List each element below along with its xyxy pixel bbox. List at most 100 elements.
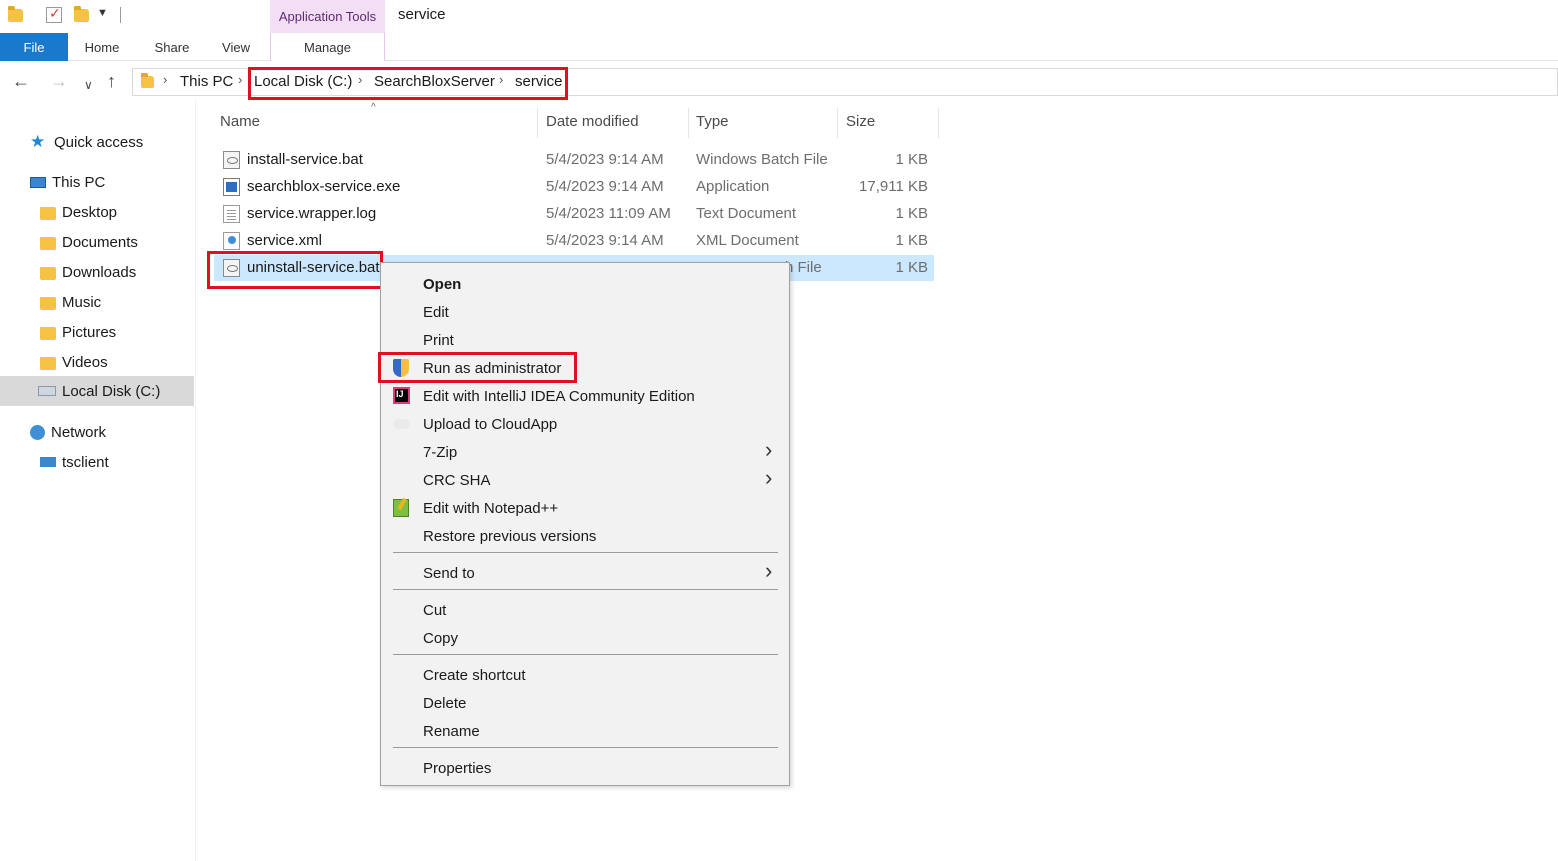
nav-item-this-pc[interactable]: This PC xyxy=(30,167,105,197)
menu-item-label: Send to xyxy=(423,564,475,582)
folder-icon xyxy=(8,6,23,22)
breadcrumb-local-disk[interactable]: Local Disk (C:) xyxy=(254,73,352,90)
tab-share[interactable]: Share xyxy=(142,33,202,61)
nav-item-videos[interactable]: Videos xyxy=(40,347,108,377)
menu-item-open[interactable]: Open xyxy=(381,270,789,298)
tab-view[interactable]: View xyxy=(210,33,262,61)
menu-item-properties[interactable]: Properties xyxy=(381,754,789,782)
back-arrow-icon[interactable]: ← xyxy=(12,72,30,90)
file-row[interactable]: install-service.bat 5/4/2023 9:14 AM Win… xyxy=(214,147,934,173)
menu-item-edit-with-notepadpp[interactable]: Edit with Notepad++ xyxy=(381,494,789,522)
toolbar-divider xyxy=(120,7,121,23)
contextual-tab-group-label: Application Tools xyxy=(270,0,385,33)
nav-item-desktop[interactable]: Desktop xyxy=(40,197,117,227)
file-type: h File xyxy=(785,259,822,276)
chevron-down-icon[interactable]: ▼ xyxy=(97,7,108,19)
folder-icon xyxy=(141,73,154,88)
menu-item-label: Properties xyxy=(423,759,492,777)
menu-item-label: Delete xyxy=(423,694,467,712)
nav-item-music[interactable]: Music xyxy=(40,287,101,317)
menu-item-copy[interactable]: Copy xyxy=(381,624,789,652)
nav-item-quick-access[interactable]: ★ Quick access xyxy=(30,127,143,157)
nav-item-tsclient[interactable]: tsclient xyxy=(40,447,109,477)
nav-item-label: This PC xyxy=(52,173,106,191)
column-header-type[interactable]: Type xyxy=(696,113,729,130)
nav-item-network[interactable]: Network xyxy=(30,417,106,447)
nav-item-documents[interactable]: Documents xyxy=(40,227,138,257)
properties-icon[interactable] xyxy=(46,5,62,23)
column-divider[interactable] xyxy=(938,108,939,138)
menu-item-edit-with-intellij[interactable]: Edit with IntelliJ IDEA Community Editio… xyxy=(381,382,789,410)
column-header-date-modified[interactable]: Date modified xyxy=(546,113,639,130)
nav-item-pictures[interactable]: Pictures xyxy=(40,317,116,347)
chevron-right-icon: › xyxy=(765,437,773,462)
chevron-right-icon[interactable]: › xyxy=(163,72,167,87)
menu-item-upload-to-cloudapp[interactable]: Upload to CloudApp xyxy=(381,410,789,438)
file-name: service.xml xyxy=(247,232,323,249)
menu-item-run-as-administrator[interactable]: Run as administrator xyxy=(381,354,789,382)
text-file-icon xyxy=(223,205,240,223)
exe-file-icon xyxy=(223,178,240,196)
chevron-right-icon: › xyxy=(765,465,773,490)
column-divider[interactable] xyxy=(537,108,538,138)
file-row[interactable]: service.xml 5/4/2023 9:14 AM XML Documen… xyxy=(214,228,934,254)
menu-item-label: Copy xyxy=(423,629,459,647)
address-bar[interactable]: › This PC › Local Disk (C:) › SearchBlox… xyxy=(132,68,1558,96)
menu-item-label: Create shortcut xyxy=(423,666,526,684)
menu-separator xyxy=(393,589,778,590)
menu-item-print[interactable]: Print xyxy=(381,326,789,354)
menu-item-label: 7-Zip xyxy=(423,443,458,461)
file-type: Application xyxy=(696,178,770,195)
disk-icon xyxy=(38,386,56,396)
menu-item-label: Rename xyxy=(423,722,480,740)
breadcrumb-service[interactable]: service xyxy=(515,73,563,90)
chevron-right-icon[interactable]: › xyxy=(238,72,242,87)
navigation-row: ← → ∨ ↑ › This PC › Local Disk (C:) › Se… xyxy=(0,64,1558,100)
menu-item-label: Edit with IntelliJ IDEA Community Editio… xyxy=(423,387,695,405)
menu-item-rename[interactable]: Rename xyxy=(381,717,789,745)
cloud-icon xyxy=(393,419,410,429)
intellij-icon xyxy=(393,387,410,404)
menu-item-7zip[interactable]: 7-Zip › xyxy=(381,437,789,466)
folder-icon xyxy=(40,326,56,340)
up-arrow-icon[interactable]: ↑ xyxy=(107,72,116,90)
nav-item-downloads[interactable]: Downloads xyxy=(40,257,136,287)
tab-manage[interactable]: Manage xyxy=(270,33,385,61)
file-size: 1 KB xyxy=(895,151,928,168)
breadcrumb-this-pc[interactable]: This PC xyxy=(180,73,233,90)
folder-icon xyxy=(40,296,56,310)
file-row[interactable]: service.wrapper.log 5/4/2023 11:09 AM Te… xyxy=(214,201,934,227)
nav-item-label: tsclient xyxy=(62,453,109,471)
new-folder-icon[interactable] xyxy=(74,6,89,22)
star-icon: ★ xyxy=(30,132,46,151)
tab-file[interactable]: File xyxy=(0,33,68,61)
column-divider[interactable] xyxy=(837,108,838,138)
chevron-right-icon[interactable]: › xyxy=(499,72,503,87)
forward-arrow-icon[interactable]: → xyxy=(50,72,68,90)
menu-item-cut[interactable]: Cut xyxy=(381,596,789,624)
nav-item-local-disk[interactable]: Local Disk (C:) xyxy=(0,376,194,406)
file-name: searchblox-service.exe xyxy=(247,178,401,195)
breadcrumb-searchbloxserver[interactable]: SearchBloxServer xyxy=(374,73,495,90)
menu-item-label: Run as administrator xyxy=(423,359,562,377)
column-divider[interactable] xyxy=(688,108,689,138)
chevron-right-icon[interactable]: › xyxy=(358,72,362,87)
batch-file-icon xyxy=(223,259,240,277)
chevron-down-icon[interactable]: ∨ xyxy=(84,76,93,94)
nav-item-label: Documents xyxy=(62,233,138,251)
file-row[interactable]: searchblox-service.exe 5/4/2023 9:14 AM … xyxy=(214,174,934,200)
file-type: Windows Batch File xyxy=(696,151,828,168)
uac-shield-icon xyxy=(393,359,409,377)
menu-item-delete[interactable]: Delete xyxy=(381,689,789,717)
tab-home[interactable]: Home xyxy=(72,33,132,61)
column-header-size[interactable]: Size xyxy=(846,113,875,130)
menu-item-restore-previous-versions[interactable]: Restore previous versions xyxy=(381,522,789,550)
menu-item-create-shortcut[interactable]: Create shortcut xyxy=(381,661,789,689)
menu-item-edit[interactable]: Edit xyxy=(381,298,789,326)
window-title: service xyxy=(398,6,446,23)
menu-item-crc-sha[interactable]: CRC SHA › xyxy=(381,465,789,494)
nav-item-label: Pictures xyxy=(62,323,117,341)
computer-icon xyxy=(30,176,46,188)
menu-item-send-to[interactable]: Send to › xyxy=(381,558,789,587)
column-header-name[interactable]: Name xyxy=(220,113,260,130)
